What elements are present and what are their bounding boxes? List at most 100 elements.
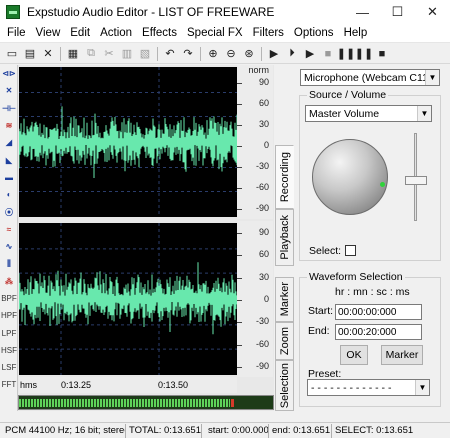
amplitude-ruler-right: 90 60 30 0 -30 -60 -90 xyxy=(237,221,273,377)
cross-tool-icon[interactable]: ✕ xyxy=(0,82,18,99)
toolbar-separator xyxy=(200,46,201,61)
play-icon[interactable]: ▶ xyxy=(265,45,283,63)
level-meter-peak xyxy=(231,399,235,407)
hpf-tool[interactable]: HPF xyxy=(0,307,18,324)
close-button[interactable]: ✕ xyxy=(415,0,450,24)
select-checkbox[interactable] xyxy=(345,245,356,256)
fade-out-tool-icon[interactable]: ◣ xyxy=(0,151,18,168)
preset-select[interactable]: - - - - - - - - - - - - - ▼ xyxy=(307,379,430,396)
menu-edit[interactable]: Edit xyxy=(65,24,95,43)
menu-filters[interactable]: Filters xyxy=(248,24,289,43)
waveform-plot xyxy=(19,67,237,217)
lsf-tool[interactable]: LSF xyxy=(0,359,18,376)
tab-zoom[interactable]: Zoom xyxy=(275,322,294,360)
fft-tool[interactable]: FFT xyxy=(0,376,18,393)
window-title: Expstudio Audio Editor - LIST OF FREEWAR… xyxy=(27,5,275,19)
properties-icon[interactable]: ▦ xyxy=(64,45,82,63)
knob-indicator xyxy=(380,182,385,187)
maximize-button[interactable]: ☐ xyxy=(380,0,415,24)
time-mark: 0:13.25 xyxy=(61,380,92,390)
title-bar: Expstudio Audio Editor - LIST OF FREEWAR… xyxy=(0,0,450,24)
cut-icon[interactable]: ✂ xyxy=(100,45,118,63)
tab-playback[interactable]: Playback xyxy=(275,209,294,266)
end-time-field[interactable]: 00:00:20:000 xyxy=(335,324,422,340)
ruler-tick-label: 30 xyxy=(258,271,269,282)
waveform-selection-label: Waveform Selection xyxy=(307,271,405,283)
noise-tool-icon[interactable]: ⁂ xyxy=(0,273,18,290)
hsf-tool[interactable]: HSF xyxy=(0,342,18,359)
normalize-tool-icon[interactable]: ⊣⊢ xyxy=(0,100,18,117)
new-file-icon[interactable]: ▭ xyxy=(3,45,21,63)
menu-help[interactable]: Help xyxy=(339,24,373,43)
ruler-tick-label: -90 xyxy=(255,361,269,371)
time-ruler: hms 0:13.25 0:13.50 xyxy=(19,377,237,393)
pause-icon[interactable]: ❚❚ xyxy=(337,45,355,63)
echo-tool-icon[interactable]: ◐ xyxy=(0,186,18,203)
volume-slider-thumb[interactable] xyxy=(405,176,427,185)
stop-disabled-icon[interactable]: ■ xyxy=(319,45,337,63)
ruler-tick xyxy=(237,83,242,84)
chorus-tool-icon[interactable]: ≈ xyxy=(0,221,18,238)
lpf-tool[interactable]: LPF xyxy=(0,324,18,341)
side-tab-strip: Recording Playback Marker Zoom Selection xyxy=(274,65,295,411)
tab-selection[interactable]: Selection xyxy=(275,360,294,411)
tab-recording[interactable]: Recording xyxy=(275,145,294,209)
reverb-tool-icon[interactable]: ∿ xyxy=(0,238,18,255)
record-pause-icon[interactable]: ❚❚ xyxy=(355,45,373,63)
stop-icon[interactable]: ■ xyxy=(373,45,391,63)
paste-mix-icon[interactable]: ▧ xyxy=(136,45,154,63)
close-file-icon[interactable]: ✕ xyxy=(39,45,57,63)
status-select: SELECT: 0:13.651 xyxy=(335,425,414,436)
status-total: TOTAL: 0:13.651 xyxy=(126,424,202,438)
play-loop-icon[interactable]: ⏵ xyxy=(283,45,301,63)
menu-special-fx[interactable]: Special FX xyxy=(182,24,248,43)
menu-options[interactable]: Options xyxy=(289,24,339,43)
volume-knob[interactable] xyxy=(312,139,388,215)
minimize-button[interactable]: — xyxy=(345,0,380,24)
ruler-tick-label: 0 xyxy=(263,294,269,304)
redo-icon[interactable]: ↷ xyxy=(179,45,197,63)
ruler-tick xyxy=(237,125,242,126)
tab-marker[interactable]: Marker xyxy=(275,277,294,322)
open-folder-icon[interactable]: ▤ xyxy=(21,45,39,63)
paste-icon[interactable]: ▥ xyxy=(118,45,136,63)
equalizer-tool-icon[interactable]: ⫼ xyxy=(0,255,18,272)
amplify-tool-icon[interactable]: ⊲⊳ xyxy=(0,65,18,82)
ruler-tick xyxy=(237,146,242,147)
recording-device-select[interactable]: Microphone (Webcam C110) ▼ xyxy=(300,69,440,86)
zoom-out-icon[interactable]: ⊖ xyxy=(222,45,240,63)
ruler-tick-label: 60 xyxy=(258,98,269,108)
waveform-area: norm 90 60 30 0 -30 -60 -90 90 60 30 0 -30 -60 -90 hm… xyxy=(18,65,274,411)
ruler-tick xyxy=(237,367,242,368)
silence-tool-icon[interactable]: ▬ xyxy=(0,169,18,186)
ok-button[interactable]: OK xyxy=(340,345,368,365)
ruler-tick xyxy=(237,322,242,324)
bpf-tool[interactable]: BPF xyxy=(0,290,18,307)
zoom-in-icon[interactable]: ⊕ xyxy=(204,45,222,63)
play-selection-icon[interactable]: ▶ xyxy=(301,45,319,63)
reverse-tool-icon[interactable]: ≋ xyxy=(0,117,18,134)
time-unit: hms xyxy=(20,380,38,390)
chevron-down-icon: ▼ xyxy=(417,106,431,121)
menu-action[interactable]: Action xyxy=(95,24,137,43)
copy-icon[interactable]: ⧉ xyxy=(82,45,100,63)
waveform-channel-left[interactable] xyxy=(19,67,237,217)
fade-in-tool-icon[interactable]: ◢ xyxy=(0,134,18,151)
ruler-tick-label: -30 xyxy=(255,316,269,327)
delay-tool-icon[interactable]: ⦿ xyxy=(0,203,18,220)
ruler-tick-label: 90 xyxy=(258,227,269,237)
ruler-tick-label: -90 xyxy=(255,203,269,213)
menu-effects[interactable]: Effects xyxy=(137,24,182,43)
zoom-full-icon[interactable]: ⊛ xyxy=(240,45,258,63)
ruler-tick xyxy=(237,209,242,210)
marker-button[interactable]: Marker xyxy=(381,345,423,365)
start-time-field[interactable]: 00:00:00:000 xyxy=(335,304,422,320)
menu-file[interactable]: File xyxy=(2,24,31,43)
ruler-tick xyxy=(237,300,242,301)
undo-icon[interactable]: ↶ xyxy=(161,45,179,63)
waveform-channel-right[interactable] xyxy=(19,223,237,375)
source-select[interactable]: Master Volume ▼ xyxy=(305,105,432,122)
menu-view[interactable]: View xyxy=(31,24,66,43)
amplitude-ruler-left: norm 90 60 30 0 -30 -60 -90 xyxy=(237,65,273,219)
ruler-tick-label: -30 xyxy=(255,161,269,171)
